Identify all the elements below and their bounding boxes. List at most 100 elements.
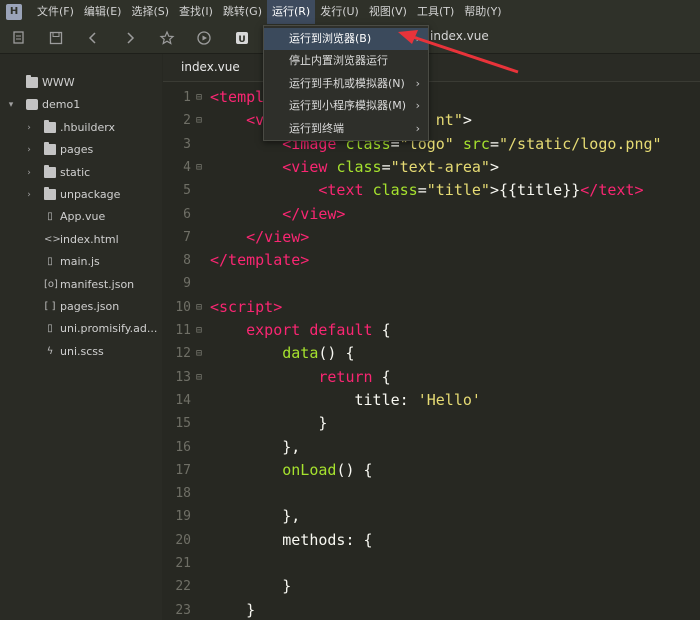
sidebar-item-demo1[interactable]: ▾ demo1: [0, 94, 162, 116]
code-text: export default {: [246, 321, 391, 339]
sidebar-item-index-html[interactable]: <> index.html: [0, 229, 162, 251]
chevron-right-icon[interactable]: ›: [24, 165, 34, 181]
menu-tools[interactable]: 工具(T): [412, 0, 459, 24]
sidebar-item-www[interactable]: WWW: [0, 72, 162, 94]
sidebar-item-label: index.html: [60, 232, 119, 246]
code-line[interactable]: 17 onLoad() {: [163, 459, 700, 482]
star-icon[interactable]: [158, 30, 176, 48]
fold-icon[interactable]: ⊟: [196, 366, 206, 389]
code-text: </view>: [282, 204, 346, 223]
folder-icon: [44, 119, 56, 133]
code-line[interactable]: 15 }: [163, 412, 700, 435]
menu-find[interactable]: 查找(I): [174, 0, 218, 24]
line-number: 20: [175, 532, 191, 548]
code-editor[interactable]: index.vue 1 ⊟ <templ 2 ⊟ <v nt"> 3 <image cla…: [163, 54, 700, 620]
code-line[interactable]: 19 },: [163, 505, 700, 528]
forward-icon[interactable]: [121, 30, 139, 48]
line-number: 5: [183, 183, 191, 199]
line-number: 7: [183, 229, 191, 245]
code-line[interactable]: 12 ⊟ data() {: [163, 342, 700, 365]
editor-tab-index-vue[interactable]: index.vue: [181, 60, 240, 74]
sidebar-item-pages-json[interactable]: [ ] pages.json: [0, 296, 162, 318]
code-line[interactable]: 11 ⊟ export default {: [163, 319, 700, 342]
sidebar-item-unpackage[interactable]: › unpackage: [0, 184, 162, 206]
folder-icon: [44, 187, 56, 200]
fold-icon[interactable]: ⊟: [196, 109, 206, 132]
code-line[interactable]: 18: [163, 482, 700, 505]
sidebar-item-label: manifest.json: [60, 277, 135, 291]
back-icon[interactable]: [84, 30, 102, 48]
fold-icon[interactable]: ⊟: [196, 86, 206, 109]
sidebar-item-uni-scss[interactable]: ϟ uni.scss: [0, 341, 162, 363]
sidebar-item-uni-promisify-ad[interactable]: ▯ uni.promisify.ad...: [0, 318, 162, 340]
fold-icon[interactable]: ⊟: [196, 342, 206, 365]
run-menu-item-label: 运行到小程序模拟器(M): [289, 99, 407, 113]
sidebar-item-pages[interactable]: › pages: [0, 139, 162, 161]
fold-icon[interactable]: ⊟: [196, 296, 206, 319]
save-icon[interactable]: [47, 30, 65, 48]
code-line[interactable]: 5 <text class="title">{{title}}</text>: [163, 179, 700, 202]
sidebar-item-label: .hbuilderx: [60, 120, 116, 134]
sidebar-item-main-js[interactable]: ▯ main.js: [0, 251, 162, 273]
code-line[interactable]: 21: [163, 552, 700, 575]
new-file-icon[interactable]: [10, 30, 28, 48]
run-menu-item[interactable]: 运行到终端 ›: [264, 118, 428, 140]
code-line[interactable]: 9: [163, 272, 700, 295]
uniapp-icon[interactable]: U: [233, 30, 251, 48]
sidebar-item-label: unpackage: [60, 188, 121, 201]
run-menu-item[interactable]: 运行到小程序模拟器(M) ›: [264, 95, 428, 117]
fold-icon[interactable]: ⊟: [196, 319, 206, 342]
code-line[interactable]: 23 }: [163, 599, 700, 620]
run-menu-item[interactable]: 停止内置浏览器运行: [264, 50, 428, 72]
sidebar-item-label: main.js: [60, 255, 100, 269]
chevron-down-icon[interactable]: ▾: [6, 97, 16, 113]
run-menu-item-label: 运行到浏览器(B): [289, 32, 372, 45]
line-number: 4: [183, 159, 191, 175]
code-line[interactable]: 2 ⊟ <v nt">: [163, 109, 700, 132]
code-line[interactable]: 4 ⊟ <view class="text-area">: [163, 156, 700, 179]
code-line[interactable]: 1 ⊟ <templ: [163, 86, 700, 109]
chevron-right-icon[interactable]: ›: [24, 120, 34, 136]
sidebar-item-app-vue[interactable]: ▯ App.vue: [0, 206, 162, 228]
run-icon[interactable]: [195, 30, 213, 48]
menu-view[interactable]: 视图(V): [364, 0, 412, 24]
sidebar-item-hbuilderx[interactable]: › .hbuilderx: [0, 117, 162, 139]
code-text: }: [210, 577, 292, 596]
line-number: 23: [175, 602, 191, 618]
line-number: 6: [183, 206, 191, 222]
code-line[interactable]: 22 }: [163, 575, 700, 598]
code-line[interactable]: 20 methods: {: [163, 529, 700, 552]
chevron-right-icon[interactable]: ›: [24, 187, 34, 203]
code-line[interactable]: 3 <image class="logo" src="/static/logo.…: [163, 133, 700, 156]
run-menu-item[interactable]: 运行到浏览器(B) ›: [264, 28, 428, 50]
code-line[interactable]: 10 ⊟ <script>: [163, 296, 700, 319]
code-text: <text class="title">{{title}}</text>: [318, 181, 644, 200]
line-number: 10: [175, 299, 191, 315]
chevron-right-icon[interactable]: ›: [24, 142, 34, 158]
code-line[interactable]: 7 </view>: [163, 226, 700, 249]
code-line[interactable]: 6 </view>: [163, 203, 700, 226]
folder-icon: [44, 142, 56, 156]
code-text: methods: {: [210, 530, 373, 549]
menu-publish[interactable]: 发行(U): [315, 0, 364, 24]
code-line[interactable]: 16 },: [163, 436, 700, 459]
open-file-tab[interactable]: index.vue: [430, 29, 489, 43]
menu-help[interactable]: 帮助(Y): [459, 0, 506, 24]
sidebar-item-static[interactable]: › static: [0, 162, 162, 184]
menu-select[interactable]: 选择(S): [126, 0, 174, 24]
fold-icon[interactable]: ⊟: [196, 156, 206, 179]
menu-goto[interactable]: 跳转(G): [218, 0, 267, 24]
menu-edit[interactable]: 编辑(E): [79, 0, 127, 24]
code-line[interactable]: 8 </template>: [163, 249, 700, 272]
submenu-arrow-icon: ›: [415, 76, 420, 90]
sidebar-item-manifest-json[interactable]: [o] manifest.json: [0, 274, 162, 296]
menu-bar: H 文件(F) 编辑(E) 选择(S) 查找(I) 跳转(G) 运行(R) 发行…: [0, 0, 700, 24]
code-line[interactable]: 13 ⊟ return {: [163, 366, 700, 389]
sidebar-item-label: pages.json: [60, 300, 120, 313]
code-text: </template>: [210, 251, 310, 270]
line-number: 12: [175, 346, 191, 362]
menu-file[interactable]: 文件(F): [32, 0, 79, 24]
run-menu-item[interactable]: 运行到手机或模拟器(N) ›: [264, 73, 428, 95]
menu-run[interactable]: 运行(R): [266, 0, 316, 24]
code-line[interactable]: 14 title: 'Hello': [163, 389, 700, 412]
